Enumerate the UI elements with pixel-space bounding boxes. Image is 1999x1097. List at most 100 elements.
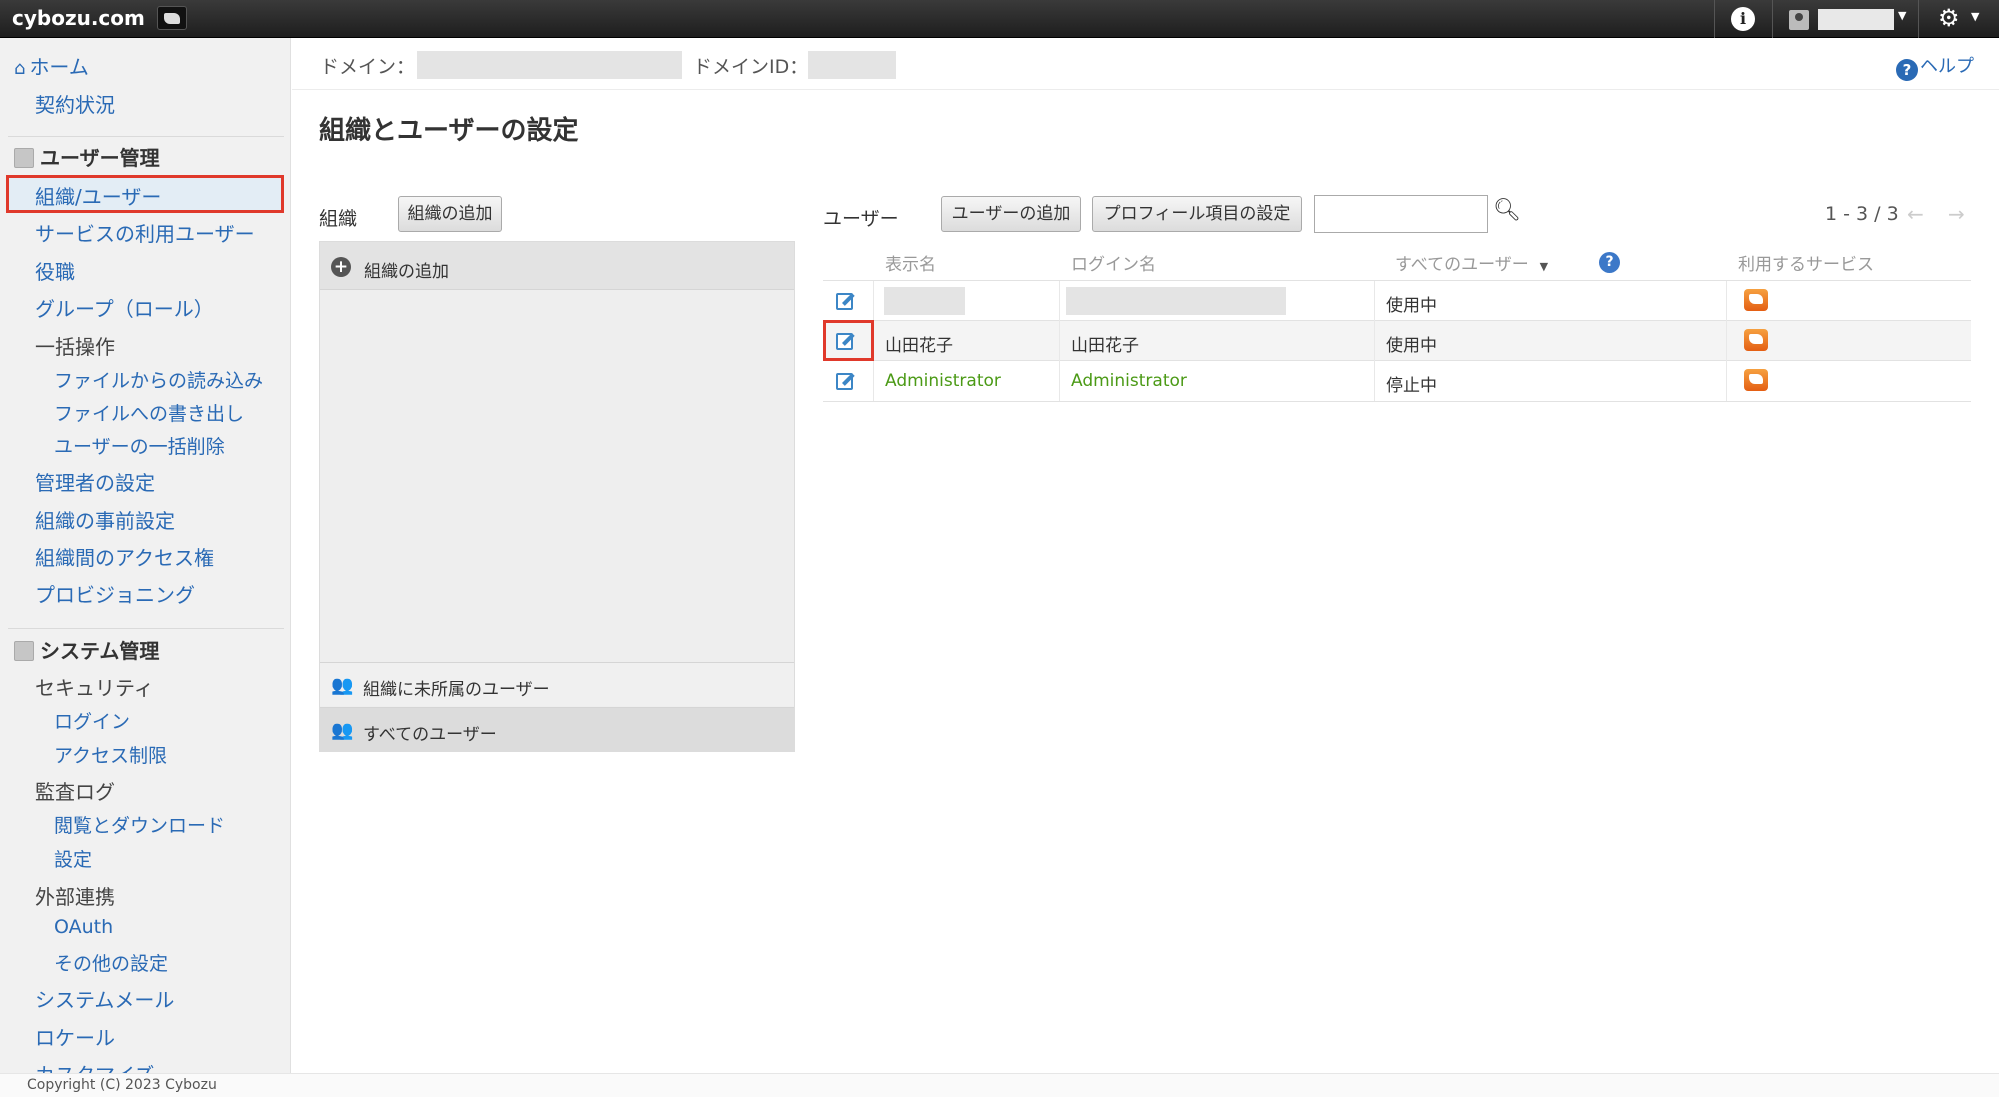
profile-settings-button[interactable]: プロフィール項目の設定: [1092, 196, 1302, 232]
section-system-management: システム管理: [14, 635, 159, 664]
sidebar-item-org-access[interactable]: 組織間のアクセス権: [35, 542, 214, 571]
settings-caret-icon[interactable]: ▼: [1971, 10, 1979, 23]
divider: [8, 136, 284, 137]
help-link[interactable]: ? ヘルプ: [1896, 52, 1974, 81]
sidebar-item-security: セキュリティ: [35, 676, 154, 700]
sidebar-item-access-limit[interactable]: アクセス制限: [54, 741, 167, 768]
service-icon: [1744, 329, 1768, 351]
plus-icon: +: [331, 257, 351, 277]
domain-label: ドメイン：: [320, 56, 416, 78]
gear-icon: [14, 641, 34, 661]
divider: [1714, 0, 1715, 38]
brand-logo[interactable]: cybozu.com: [12, 6, 145, 30]
add-org-row[interactable]: + 組織の追加: [320, 242, 794, 290]
user-icon: [14, 148, 34, 168]
gear-icon[interactable]: ⚙: [1938, 4, 1960, 32]
domain-id-label: ドメインID：: [693, 56, 809, 78]
user-status: 使用中: [1386, 336, 1437, 356]
divider: [1374, 281, 1375, 401]
display-name-redacted: [884, 287, 965, 315]
search-input[interactable]: [1314, 195, 1488, 233]
sidebar-item-bulk-delete[interactable]: ユーザーの一括削除: [54, 432, 225, 459]
help-icon: ?: [1896, 59, 1918, 81]
sidebar-item-org-users[interactable]: 組織/ユーザー: [35, 181, 161, 210]
divider: [823, 401, 1971, 402]
col-login-name: ログイン名: [1071, 255, 1156, 275]
sidebar-item-customize[interactable]: カスタマイズ: [35, 1059, 154, 1073]
sidebar-item-audit-log: 監査ログ: [35, 780, 115, 804]
top-bar: cybozu.com i ▼ ⚙ ▼: [0, 0, 1999, 38]
user-login-name[interactable]: 山田花子: [1071, 331, 1139, 356]
question-icon[interactable]: ?: [1599, 252, 1620, 273]
sidebar-item-admin-settings[interactable]: 管理者の設定: [35, 467, 155, 496]
divider: [1772, 0, 1773, 38]
prev-page-icon[interactable]: ←: [1907, 202, 1924, 226]
section-title: システム管理: [40, 639, 160, 663]
sidebar-item-external: 外部連携: [35, 885, 115, 909]
sidebar-item-system-mail[interactable]: システムメール: [35, 984, 174, 1013]
sidebar-item-bulk: 一括操作: [35, 335, 115, 359]
filter-label: すべてのユーザー: [1395, 255, 1529, 275]
domain-id-value-redacted: [808, 51, 896, 79]
sidebar-item-roles[interactable]: 役職: [35, 256, 75, 285]
footer: Copyright (C) 2023 Cybozu: [0, 1073, 1999, 1097]
sidebar: ⌂ ホーム 契約状況 ユーザー管理 組織/ユーザー サービスの利用ユーザー 役職 …: [0, 38, 291, 1073]
copyright: Copyright (C) 2023 Cybozu: [27, 1077, 217, 1093]
section-title: ユーザー管理: [40, 146, 160, 170]
edit-icon[interactable]: [836, 370, 858, 390]
col-display-name: 表示名: [885, 255, 936, 275]
sidebar-item-label: ホーム: [29, 55, 89, 79]
sidebar-item-provisioning[interactable]: プロビジョニング: [35, 579, 195, 608]
domain-bar: ドメイン： ドメインID： ? ヘルプ: [292, 38, 1999, 90]
unassigned-users-label: 組織に未所属のユーザー: [363, 680, 550, 700]
status-filter-dropdown[interactable]: すべてのユーザー ▼: [1395, 250, 1548, 275]
all-users-row[interactable]: 👥 すべてのユーザー: [320, 707, 794, 751]
sidebar-item-groups[interactable]: グループ（ロール）: [35, 293, 214, 322]
chevron-down-icon: ▼: [1539, 260, 1549, 273]
add-user-button[interactable]: ユーザーの追加: [941, 196, 1081, 232]
user-display-name[interactable]: Administrator: [885, 371, 1001, 391]
info-icon[interactable]: i: [1731, 7, 1755, 31]
col-services: 利用するサービス: [1738, 255, 1874, 275]
sidebar-item-login[interactable]: ログイン: [54, 707, 130, 734]
divider: [823, 320, 1971, 321]
sidebar-item-other-settings[interactable]: その他の設定: [54, 949, 168, 976]
users-icon: 👥: [331, 675, 354, 696]
sidebar-item-contract[interactable]: 契約状況: [35, 89, 115, 118]
divider: [1726, 281, 1727, 401]
add-org-button[interactable]: 組織の追加: [398, 196, 502, 232]
login-name-redacted: [1066, 287, 1286, 315]
service-icon: [1744, 369, 1768, 391]
all-users-label: すべてのユーザー: [363, 725, 497, 745]
sidebar-item-export[interactable]: ファイルへの書き出し: [54, 399, 244, 426]
sidebar-item-org-presets[interactable]: 組織の事前設定: [35, 505, 175, 534]
sidebar-item-audit-settings[interactable]: 設定: [54, 845, 92, 872]
sidebar-item-service-users[interactable]: サービスの利用ユーザー: [35, 218, 255, 247]
page-title: 組織とユーザーの設定: [319, 116, 579, 146]
unassigned-users-row[interactable]: 👥 組織に未所属のユーザー: [320, 662, 794, 706]
user-login-name[interactable]: Administrator: [1071, 371, 1187, 391]
section-user-management: ユーザー管理: [14, 142, 160, 171]
user-display-name[interactable]: 山田花子: [885, 331, 953, 356]
user-label: ユーザー: [823, 208, 899, 230]
next-page-icon[interactable]: →: [1948, 202, 1965, 226]
sidebar-item-home[interactable]: ⌂ ホーム: [14, 51, 89, 80]
sidebar-item-import[interactable]: ファイルからの読み込み: [54, 366, 263, 393]
divider: [8, 628, 284, 629]
search-icon[interactable]: 🔍︎: [1493, 198, 1521, 223]
user-status: 使用中: [1386, 296, 1437, 316]
user-name-redacted[interactable]: [1818, 9, 1894, 30]
org-label: 組織: [319, 208, 358, 230]
user-status: 停止中: [1386, 376, 1437, 396]
sidebar-item-oauth[interactable]: OAuth: [54, 916, 113, 938]
home-icon: ⌂: [14, 58, 26, 79]
sidebar-item-locale[interactable]: ロケール: [35, 1022, 115, 1051]
app-menu-icon[interactable]: [157, 6, 187, 30]
user-icon[interactable]: [1789, 10, 1809, 30]
divider: [1059, 281, 1060, 401]
user-menu-caret-icon[interactable]: ▼: [1898, 9, 1906, 22]
edit-highlight: [823, 320, 874, 361]
sidebar-item-view-download[interactable]: 閲覧とダウンロード: [54, 811, 225, 838]
divider: [823, 360, 1971, 361]
edit-icon[interactable]: [836, 290, 858, 310]
